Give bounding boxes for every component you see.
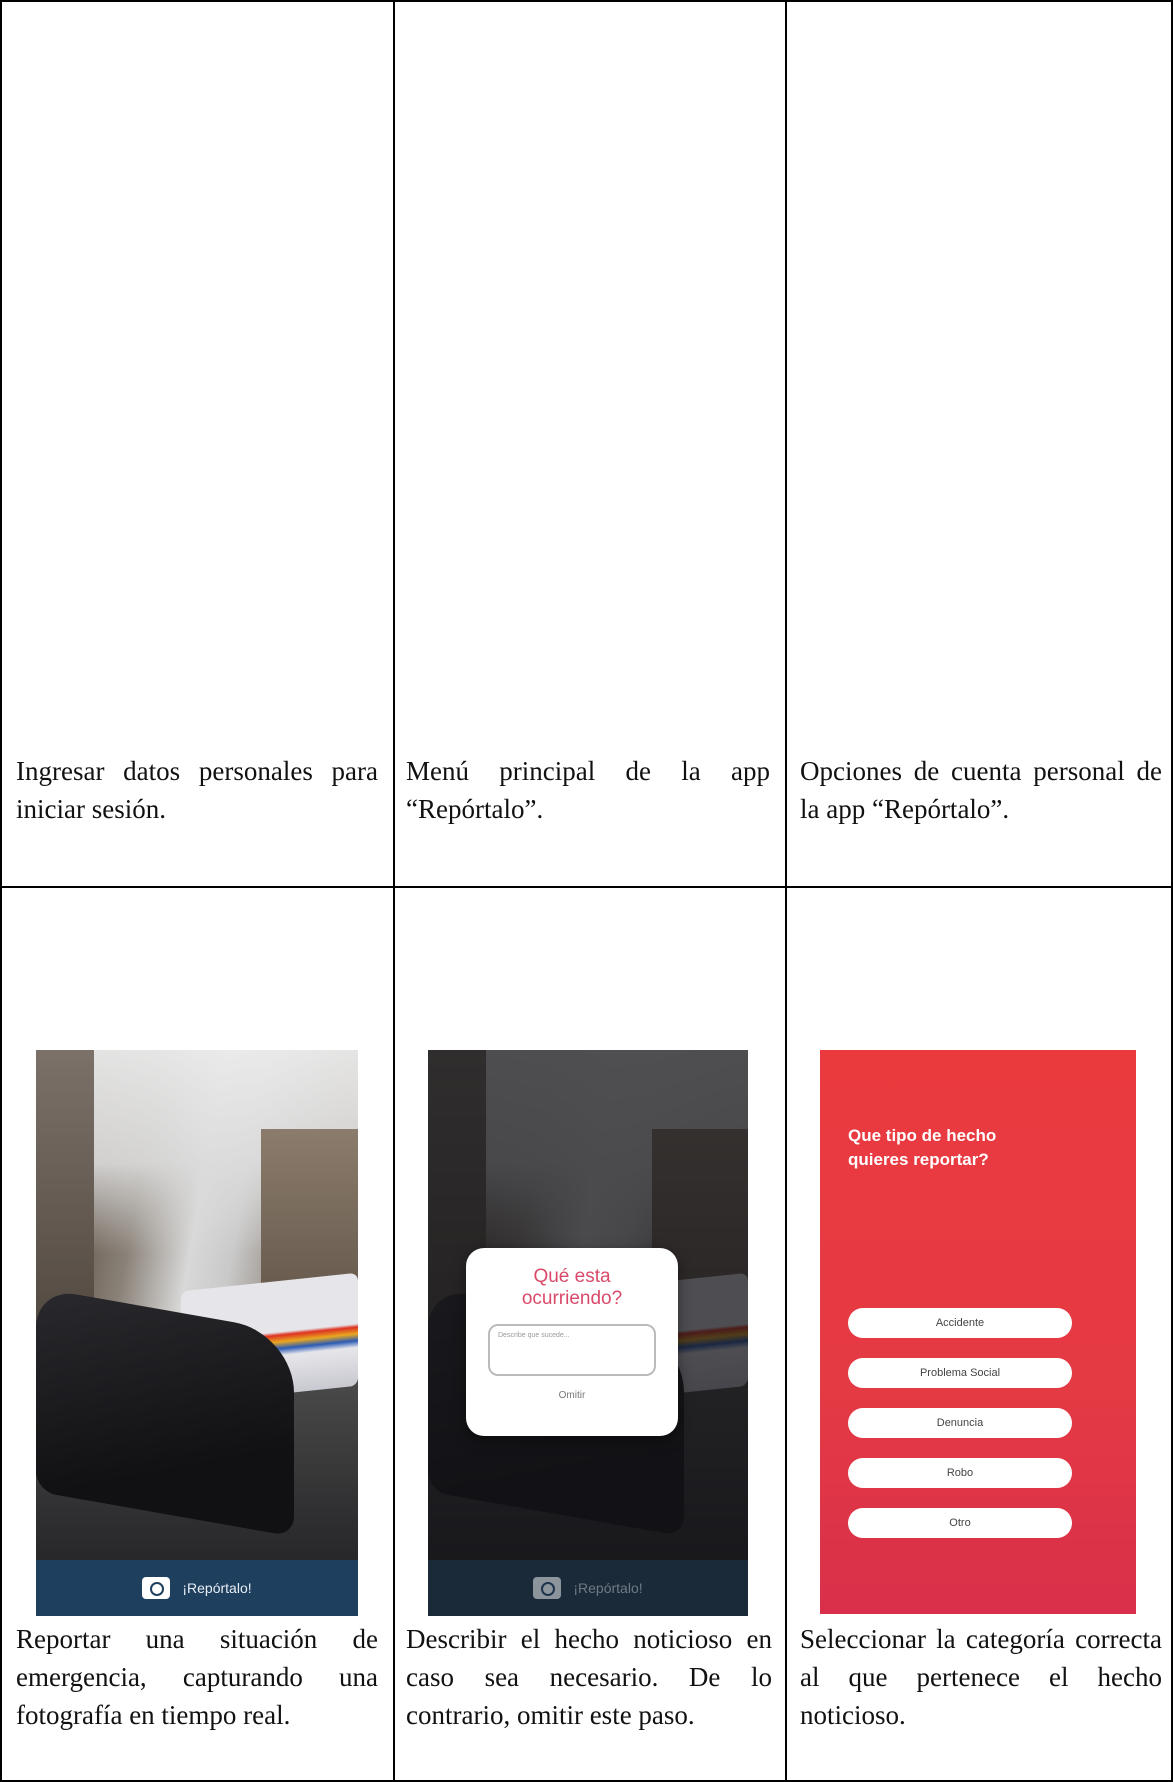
table-border-top xyxy=(0,0,1173,2)
skip-button[interactable]: Omitir xyxy=(466,1390,678,1401)
report-button-label: ¡Repórtalo! xyxy=(573,1580,643,1596)
dialog-title: Qué esta ocurriendo? xyxy=(521,1266,623,1309)
describe-dialog: Qué esta ocurriendo? Describe que sucede… xyxy=(466,1248,678,1436)
table-border-left xyxy=(0,0,2,1782)
report-button-label: ¡Repórtalo! xyxy=(182,1580,252,1596)
camera-icon xyxy=(533,1577,562,1599)
caption-login: Ingresar datos personales para iniciar s… xyxy=(16,756,378,824)
report-button-dimmed: ¡Repórtalo! xyxy=(428,1560,748,1616)
camera-icon xyxy=(142,1577,171,1599)
option-accidente[interactable]: Accidente xyxy=(848,1308,1072,1338)
caption-report: Reportar una situación de emergencia, ca… xyxy=(16,1624,378,1730)
caption-account-options: Opciones de cuenta personal de la app “R… xyxy=(800,756,1162,824)
screens-table: Ingresar datos personales para iniciar s… xyxy=(0,0,1173,1782)
caption-describe: Describir el hecho noticioso en caso sea… xyxy=(406,1624,772,1730)
category-background: Que tipo de hecho quieres reportar? Acci… xyxy=(820,1050,1136,1614)
report-button[interactable]: ¡Repórtalo! xyxy=(36,1560,358,1616)
caption-main-menu: Menú principal de la app “Repórtalo”. xyxy=(406,756,770,824)
describe-input[interactable]: Describe que sucede... xyxy=(488,1324,656,1376)
option-problema-social[interactable]: Problema Social xyxy=(848,1358,1072,1388)
option-denuncia[interactable]: Denuncia xyxy=(848,1408,1072,1438)
category-question: Que tipo de hecho quieres reportar? xyxy=(848,1126,997,1169)
table-col-divider-1 xyxy=(393,0,395,1782)
accident-photo xyxy=(36,1050,358,1616)
category-screen: Que tipo de hecho quieres reportar? Acci… xyxy=(820,1050,1136,1614)
describe-screen: ¡Repórtalo! Qué esta ocurriendo? Describ… xyxy=(428,1050,748,1616)
camera-screen: ¡Repórtalo! xyxy=(36,1050,358,1616)
option-robo[interactable]: Robo xyxy=(848,1458,1072,1488)
table-col-divider-2 xyxy=(785,0,787,1782)
option-otro[interactable]: Otro xyxy=(848,1508,1072,1538)
table-row-divider xyxy=(0,886,1173,888)
caption-category: Seleccionar la categoría correcta al que… xyxy=(800,1624,1162,1730)
